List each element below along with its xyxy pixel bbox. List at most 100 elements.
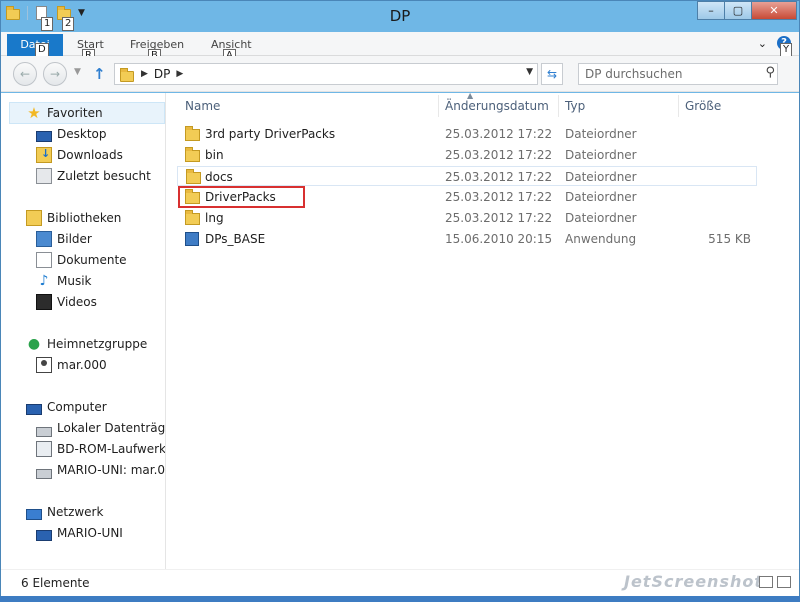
explorer-window: ▼ 1 2 DP – ▢ ✕ Datei Start Freigeben Ans…: [0, 0, 800, 596]
nav-label: Netzwerk: [47, 505, 104, 519]
table-row[interactable]: bin 25.03.2012 17:22 Dateiordner: [177, 145, 757, 165]
nav-item-pictures[interactable]: Bilder: [36, 229, 92, 249]
folder-icon: [119, 67, 135, 82]
large-icons-view-icon[interactable]: [777, 576, 791, 588]
breadcrumb-dp[interactable]: DP: [154, 67, 170, 81]
nav-item-desktop[interactable]: Desktop: [36, 124, 107, 144]
column-header-type[interactable]: Typ: [559, 95, 679, 117]
nav-network[interactable]: Netzwerk: [26, 502, 103, 522]
documents-icon: [36, 252, 52, 268]
nav-item-downloads[interactable]: Downloads: [36, 145, 123, 165]
file-date: 25.03.2012 17:22: [445, 127, 553, 141]
nav-label: Bibliotheken: [47, 211, 122, 225]
file-date: 25.03.2012 17:22: [445, 170, 553, 184]
computer-icon: [26, 403, 42, 415]
folder-icon: [185, 210, 201, 225]
file-type: Dateiordner: [565, 190, 637, 204]
pictures-icon: [36, 231, 52, 247]
nav-label: Zuletzt besucht: [57, 169, 151, 183]
library-icon: [26, 210, 42, 226]
file-type: Dateiordner: [565, 127, 637, 141]
nav-label: Desktop: [57, 127, 107, 141]
minimize-button[interactable]: –: [697, 1, 725, 20]
nav-label: mar.000: [57, 358, 107, 372]
nav-label: MARIO-UNI: mar.00: [57, 463, 166, 477]
nav-item-user[interactable]: mar.000: [36, 355, 107, 375]
details-view-icon[interactable]: [759, 576, 773, 588]
maximize-button[interactable]: ▢: [724, 1, 752, 20]
file-date: 25.03.2012 17:22: [445, 148, 553, 162]
folder-icon: [185, 147, 201, 162]
file-name: DPs_BASE: [205, 232, 266, 246]
nav-item-music[interactable]: ♪ Musik: [36, 271, 92, 291]
recent-places-icon: [36, 168, 52, 184]
title-bar: ▼ 1 2 DP – ▢ ✕: [1, 1, 799, 31]
nav-label: BD-ROM-Laufwerk (: [57, 442, 166, 456]
nav-item-recent[interactable]: Zuletzt besucht: [36, 166, 151, 186]
user-icon: [36, 357, 52, 373]
search-input[interactable]: DP durchsuchen: [578, 63, 778, 85]
videos-icon: [36, 294, 52, 310]
table-row[interactable]: 3rd party DriverPacks 25.03.2012 17:22 D…: [177, 124, 757, 144]
red-highlight-annotation: [178, 186, 305, 208]
close-button[interactable]: ✕: [751, 1, 797, 20]
nav-homegroup[interactable]: ● Heimnetzgruppe: [26, 334, 147, 354]
nav-computer[interactable]: Computer: [26, 397, 107, 417]
view-switcher: [759, 576, 791, 588]
file-date: 25.03.2012 17:22: [445, 190, 553, 204]
nav-label: Favoriten: [47, 106, 103, 120]
desktop-icon: [36, 130, 52, 142]
column-header-name[interactable]: Name: [179, 95, 439, 117]
forward-button[interactable]: →: [43, 62, 67, 86]
nav-label: Downloads: [57, 148, 123, 162]
window-title: DP: [389, 7, 411, 25]
refresh-button[interactable]: ⇆: [541, 63, 563, 85]
nav-label: Heimnetzgruppe: [47, 337, 148, 351]
file-type: Dateiordner: [565, 170, 637, 184]
optical-drive-icon: [36, 441, 52, 457]
file-type: Dateiordner: [565, 148, 637, 162]
chevron-right-icon[interactable]: ▶: [176, 69, 183, 79]
file-name: bin: [205, 148, 224, 162]
column-header-size[interactable]: Größe: [679, 95, 769, 117]
table-row[interactable]: lng 25.03.2012 17:22 Dateiordner: [177, 208, 757, 228]
back-button[interactable]: ←: [13, 62, 37, 86]
network-drive-icon: [36, 469, 52, 479]
column-header-date[interactable]: Änderungsdatum: [439, 95, 559, 117]
file-type: Dateiordner: [565, 211, 637, 225]
downloads-icon: [36, 147, 52, 163]
file-type: Anwendung: [565, 232, 637, 246]
nav-item-mario-uni[interactable]: MARIO-UNI: [36, 523, 123, 543]
chevron-right-icon[interactable]: ▶: [141, 69, 148, 79]
recent-locations-icon[interactable]: ▼: [74, 67, 81, 77]
chevron-down-icon[interactable]: ▼: [526, 67, 533, 77]
content-area: ★ Favoriten Desktop Downloads Zuletzt be…: [1, 91, 799, 569]
nav-label: Bilder: [57, 232, 92, 246]
homegroup-icon: ●: [27, 336, 41, 352]
music-icon: ♪: [39, 273, 49, 289]
up-arrow-icon[interactable]: ↑: [93, 65, 106, 83]
application-icon: [185, 231, 201, 246]
file-name: 3rd party DriverPacks: [205, 127, 336, 141]
nav-label: Lokaler Datenträger: [57, 421, 166, 435]
table-row[interactable]: DPs_BASE 15.06.2010 20:15 Anwendung 515 …: [177, 229, 757, 249]
nav-favorites[interactable]: ★ Favoriten: [26, 103, 103, 123]
address-toolbar: ← → ▼ ↑ ▶ DP ▶ ▼ ⇆ DP durchsuchen ⚲: [1, 56, 799, 92]
nav-label: Dokumente: [57, 253, 127, 267]
nav-item-documents[interactable]: Dokumente: [36, 250, 127, 270]
nav-item-bd-rom[interactable]: BD-ROM-Laufwerk (: [36, 439, 166, 459]
ribbon-tabs: Datei Start Freigeben Ansicht ⌄ ?: [1, 32, 799, 56]
file-date: 15.06.2010 20:15: [445, 232, 553, 246]
nav-libraries[interactable]: Bibliotheken: [26, 208, 121, 228]
address-bar[interactable]: ▶ DP ▶ ▼: [114, 63, 538, 85]
nav-item-local-disk[interactable]: Lokaler Datenträger: [36, 418, 166, 438]
table-row[interactable]: docs 25.03.2012 17:22 Dateiordner: [177, 166, 757, 186]
network-icon: [26, 508, 42, 520]
ribbon-expand-icon[interactable]: ⌄: [758, 37, 767, 50]
keytip-help: Y: [780, 43, 793, 57]
nav-item-network-drive[interactable]: MARIO-UNI: mar.00: [36, 460, 166, 480]
nav-item-videos[interactable]: Videos: [36, 292, 97, 312]
file-date: 25.03.2012 17:22: [445, 211, 553, 225]
search-icon[interactable]: ⚲: [765, 65, 775, 80]
nav-label: Videos: [57, 295, 97, 309]
